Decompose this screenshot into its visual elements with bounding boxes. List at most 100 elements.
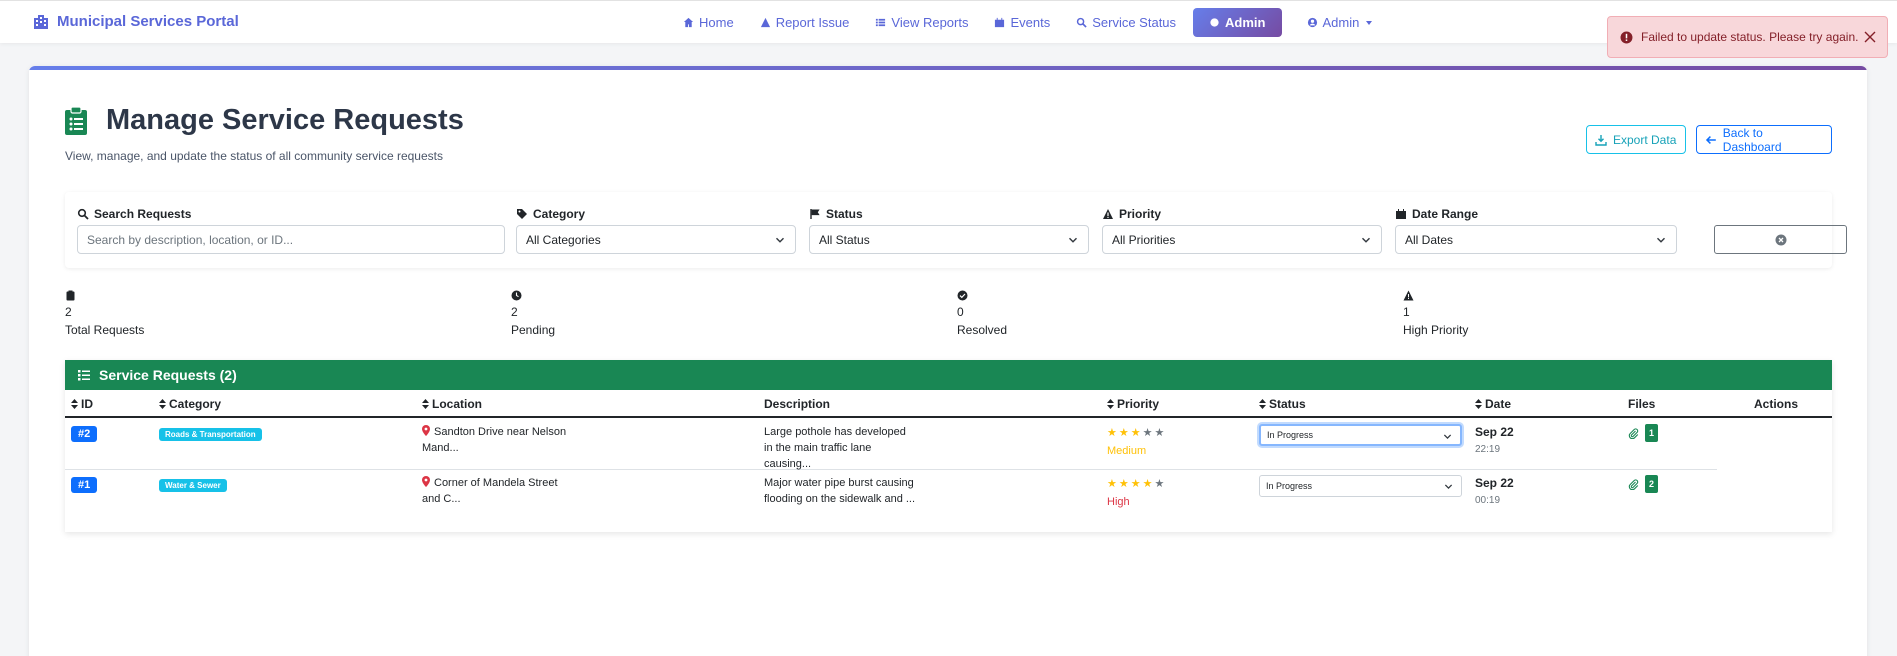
stat-resolved-label: Resolved [957, 323, 1008, 337]
nav-service-status[interactable]: Service Status [1063, 8, 1189, 37]
table-row[interactable]: #2 Roads & Transportation Sandton Drive … [65, 419, 1717, 470]
status-dropdown[interactable]: In Progress [1259, 475, 1462, 497]
star-icon: ★ [1142, 478, 1153, 490]
status-select[interactable]: All Status [809, 225, 1089, 254]
list-icon [78, 370, 90, 381]
th-status-label: Status [1269, 397, 1306, 411]
warning-icon [1403, 290, 1414, 301]
row-files[interactable]: 2 [1628, 475, 1659, 493]
paperclip-icon [1628, 427, 1639, 439]
th-actions: Actions [1754, 397, 1798, 411]
search-filter-label: Search Requests [94, 207, 192, 221]
th-location[interactable]: Location [422, 397, 482, 411]
priority-filter-label: Priority [1119, 207, 1162, 221]
description-line-2: in the main traffic lane [764, 442, 872, 454]
requests-table: Service Requests (2) ID Category Locatio… [65, 360, 1832, 532]
location-text-1: Sandton Drive near Nelson [434, 426, 567, 438]
sort-icon [1475, 399, 1482, 409]
description-line-2: flooding on the sidewalk and ... [764, 493, 916, 505]
stat-high-label: High Priority [1403, 323, 1469, 337]
row-priority: ★ ★ ★ ★ ★ High [1107, 479, 1164, 510]
star-icon: ★ [1154, 478, 1165, 490]
search-input[interactable]: Search by description, location, or ID..… [77, 225, 505, 254]
stat-total-value: 2 [65, 305, 72, 319]
row-files[interactable]: 1 [1628, 424, 1659, 442]
description-line-3: causing... [764, 458, 812, 470]
nav-view-label: View Reports [891, 15, 969, 30]
th-category-label: Category [169, 397, 222, 411]
th-priority-label: Priority [1117, 397, 1160, 411]
times-circle-icon [1775, 234, 1786, 245]
stat-high-priority: 1 High Priority [1403, 290, 1468, 337]
sort-icon [1259, 399, 1266, 409]
check-circle-icon [957, 290, 968, 301]
location-text-1: Corner of Mandela Street [434, 477, 558, 489]
map-marker-icon [422, 425, 430, 436]
page-subtitle: View, manage, and update the status of a… [65, 149, 443, 163]
flag-icon [810, 209, 820, 219]
calendar-icon [995, 17, 1005, 28]
th-description-label: Description [764, 397, 831, 411]
nav-admin-dropdown[interactable]: Admin [1294, 8, 1386, 37]
priority-label: Medium [1107, 445, 1147, 457]
th-priority[interactable]: Priority [1107, 397, 1159, 411]
category-badge: Roads & Transportation [159, 428, 262, 441]
toast-message: Failed to update status. Please try agai… [1641, 30, 1859, 44]
row-location: Sandton Drive near Nelson Mand... [422, 424, 566, 456]
chevron-down-icon [1068, 237, 1078, 243]
clipboard-list-icon [65, 105, 87, 135]
status-dropdown-value: In Progress [1267, 430, 1314, 440]
clear-filters-button[interactable] [1714, 225, 1847, 254]
page-title: Manage Service Requests [106, 104, 464, 136]
row-id[interactable]: #1 [71, 477, 98, 493]
time-value: 00:19 [1475, 495, 1501, 506]
nav-report-issue[interactable]: Report Issue [747, 8, 863, 37]
table-title: Service Requests (2) [99, 367, 237, 383]
status-select-value: All Status [819, 232, 870, 247]
chevron-down-icon [1444, 484, 1453, 490]
th-date[interactable]: Date [1475, 397, 1511, 411]
nav-events[interactable]: Events [981, 8, 1063, 37]
brand-link[interactable]: Municipal Services Portal [33, 13, 239, 30]
user-circle-icon [1307, 17, 1317, 28]
star-icon: ★ [1130, 478, 1141, 490]
category-filter: Category All Categories [516, 207, 796, 254]
sort-icon [422, 399, 429, 409]
back-to-dashboard-button[interactable]: Back to Dashboard [1696, 125, 1832, 154]
stat-total: 2 Total Requests [65, 290, 144, 337]
star-icon: ★ [1107, 478, 1117, 490]
th-status[interactable]: Status [1259, 397, 1306, 411]
search-icon [77, 208, 89, 220]
chevron-down-icon [1443, 434, 1452, 440]
search-icon [1077, 17, 1087, 28]
row-id[interactable]: #2 [71, 426, 98, 442]
search-placeholder: Search by description, location, or ID..… [87, 232, 294, 247]
row-category: Roads & Transportation [159, 426, 262, 443]
th-id[interactable]: ID [71, 397, 93, 411]
status-dropdown[interactable]: In Progress [1259, 424, 1462, 446]
brand-name: Municipal Services Portal [57, 13, 239, 30]
stat-total-label: Total Requests [65, 323, 145, 337]
description-line-1: Major water pipe burst causing [764, 477, 914, 489]
th-date-label: Date [1485, 397, 1512, 411]
export-data-label: Export Data [1613, 132, 1677, 147]
nav-admin-active[interactable]: Admin [1193, 8, 1282, 37]
files-indicator: 1 [1628, 424, 1659, 442]
th-description: Description [764, 397, 830, 411]
table-row[interactable]: #1 Water & Sewer Corner of Mandela Stree… [65, 471, 1717, 511]
nav-view-reports[interactable]: View Reports [862, 8, 981, 37]
tags-icon [517, 209, 527, 219]
sort-icon [1107, 399, 1114, 409]
stat-resolved-value: 0 [957, 305, 964, 319]
map-marker-icon [422, 476, 430, 487]
date-range-select[interactable]: All Dates [1395, 225, 1677, 254]
th-category[interactable]: Category [159, 397, 221, 411]
category-select[interactable]: All Categories [516, 225, 796, 254]
export-data-button[interactable]: Export Data [1586, 125, 1686, 154]
star-icon: ★ [1142, 427, 1153, 439]
building-icon [34, 14, 48, 29]
priority-select[interactable]: All Priorities [1102, 225, 1382, 254]
time-value: 22:19 [1475, 444, 1501, 455]
close-icon[interactable] [1863, 30, 1877, 44]
nav-home[interactable]: Home [670, 8, 747, 37]
